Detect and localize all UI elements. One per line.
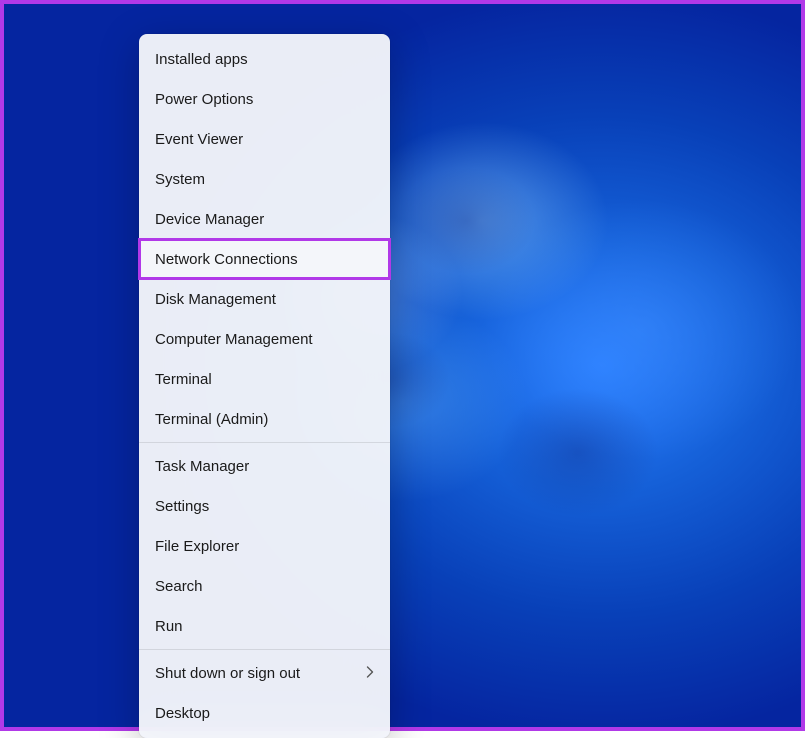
menu-item-label: Computer Management [155, 331, 313, 348]
menu-item-label: Task Manager [155, 458, 249, 475]
menu-item-label: Desktop [155, 705, 210, 722]
menu-item-settings[interactable]: Settings [139, 486, 390, 526]
menu-item-search[interactable]: Search [139, 566, 390, 606]
menu-item-label: Installed apps [155, 51, 248, 68]
menu-item-disk-management[interactable]: Disk Management [139, 279, 390, 319]
chevron-right-icon [366, 666, 374, 681]
menu-item-label: Disk Management [155, 291, 276, 308]
menu-item-file-explorer[interactable]: File Explorer [139, 526, 390, 566]
menu-item-shut-down-or-sign-out[interactable]: Shut down or sign out [139, 653, 390, 693]
menu-item-terminal-admin[interactable]: Terminal (Admin) [139, 399, 390, 439]
menu-item-label: Event Viewer [155, 131, 243, 148]
menu-item-label: Network Connections [155, 251, 298, 268]
menu-item-task-manager[interactable]: Task Manager [139, 446, 390, 486]
winx-power-user-menu: Installed apps Power Options Event Viewe… [139, 34, 390, 738]
menu-item-label: Shut down or sign out [155, 665, 300, 682]
menu-item-label: Search [155, 578, 203, 595]
menu-item-device-manager[interactable]: Device Manager [139, 199, 390, 239]
menu-item-label: Terminal [155, 371, 212, 388]
menu-item-system[interactable]: System [139, 159, 390, 199]
menu-item-computer-management[interactable]: Computer Management [139, 319, 390, 359]
menu-item-label: System [155, 171, 205, 188]
menu-item-event-viewer[interactable]: Event Viewer [139, 119, 390, 159]
menu-item-label: Device Manager [155, 211, 264, 228]
menu-item-desktop[interactable]: Desktop [139, 693, 390, 733]
menu-item-network-connections[interactable]: Network Connections [139, 239, 390, 279]
menu-item-run[interactable]: Run [139, 606, 390, 646]
menu-item-terminal[interactable]: Terminal [139, 359, 390, 399]
menu-item-label: Terminal (Admin) [155, 411, 268, 428]
menu-item-label: Power Options [155, 91, 253, 108]
menu-item-label: File Explorer [155, 538, 239, 555]
menu-item-power-options[interactable]: Power Options [139, 79, 390, 119]
menu-separator [139, 442, 390, 443]
menu-item-label: Run [155, 618, 183, 635]
menu-item-label: Settings [155, 498, 209, 515]
desktop-wallpaper [4, 4, 801, 727]
menu-separator [139, 649, 390, 650]
menu-item-installed-apps[interactable]: Installed apps [139, 39, 390, 79]
